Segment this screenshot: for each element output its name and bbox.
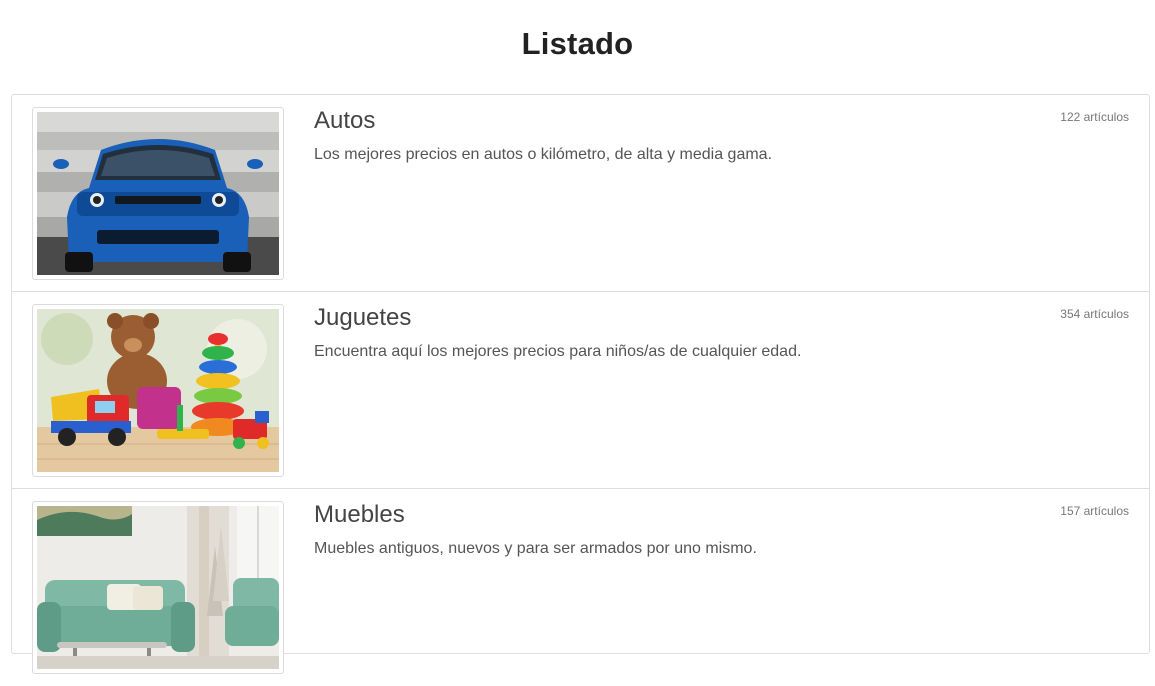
item-description: Muebles antiguos, nuevos y para ser arma… [314,540,757,557]
item-description: Los mejores precios en autos o kilómetro… [314,146,773,163]
car-image [37,112,279,275]
item-count: 122 artículos [1060,110,1129,124]
item-title[interactable]: Muebles [314,501,405,529]
item-description: Encuentra aquí los mejores precios para … [314,343,802,360]
list-item[interactable]: Muebles Muebles antiguos, nuevos y para … [12,489,1149,686]
list-item[interactable]: Autos Los mejores precios en autos o kil… [12,95,1149,292]
item-thumbnail[interactable] [32,107,284,280]
item-count: 157 artículos [1060,504,1129,518]
item-thumbnail[interactable] [32,304,284,477]
furniture-image [37,506,279,669]
item-title[interactable]: Juguetes [314,304,411,332]
item-count: 354 artículos [1060,307,1129,321]
item-thumbnail[interactable] [32,501,284,674]
item-title[interactable]: Autos [314,107,375,135]
page-title: Listado [521,26,634,61]
list-item[interactable]: Juguetes Encuentra aquí los mejores prec… [12,292,1149,489]
category-list: Autos Los mejores precios en autos o kil… [11,94,1150,674]
toys-image [37,309,279,472]
